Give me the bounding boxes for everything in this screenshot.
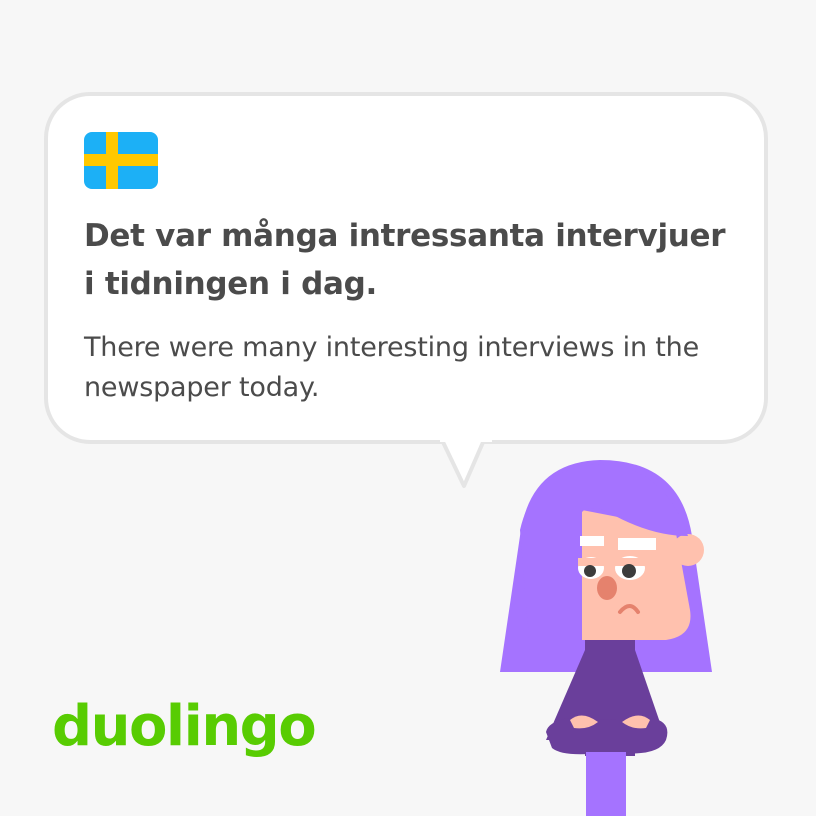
sweden-flag-icon [84,132,158,189]
swedish-sentence: Det var många intressanta intervjuer i t… [84,218,726,302]
pupil-left [584,565,596,577]
lily-character-illustration [500,460,712,816]
pupil-right [622,564,636,578]
ear [672,534,704,566]
crossed-arms [546,718,668,755]
speech-bubble-tail [440,440,492,488]
duolingo-logo: duolingo [52,694,317,759]
english-translation: There were many interesting interviews i… [84,332,699,403]
nose [597,576,617,600]
leg [586,752,626,816]
eyebrow-left [580,536,604,546]
eyebrow-right [618,538,656,550]
